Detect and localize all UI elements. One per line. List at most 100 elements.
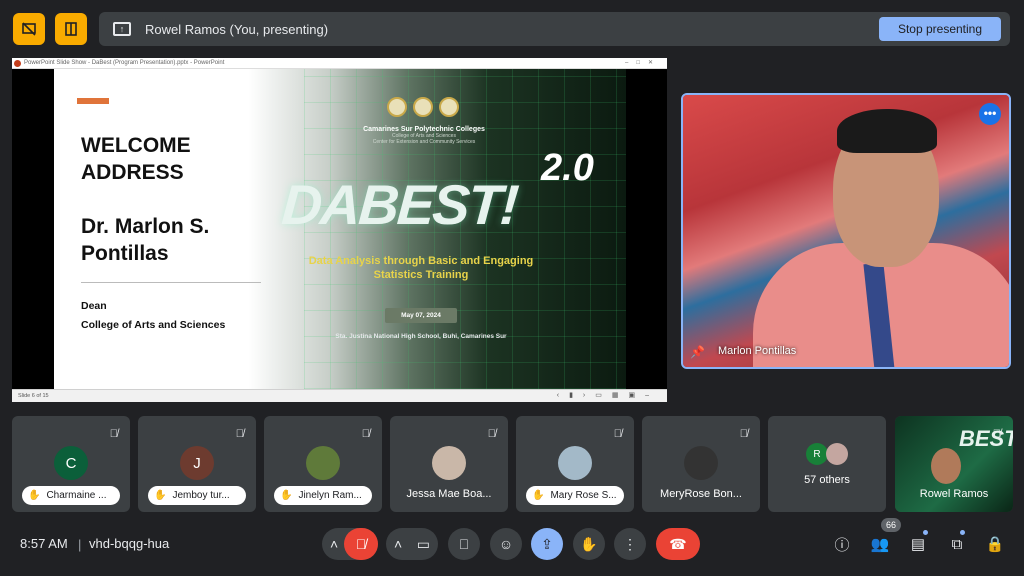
chat-notification-dot	[923, 530, 928, 535]
participant-name-chip: ✋ Jinelyn Ram...	[274, 486, 372, 505]
hand-raised-icon: ✋	[532, 490, 545, 501]
participant-tile[interactable]: 🎙̸ J ✋ Jemboy tur...	[138, 416, 256, 512]
chat-icon: ▤	[910, 536, 926, 553]
camera-button[interactable]: ˄ ▭	[386, 528, 438, 560]
participant-tile[interactable]: 🎙̸ ✋ Mary Rose S...	[516, 416, 634, 512]
speaker-video-tile[interactable]: ••• 📌 Marlon Pontillas	[681, 93, 1011, 369]
participant-name: MeryRose Bon...	[660, 488, 742, 500]
leave-call-button[interactable]: ☎	[656, 528, 700, 560]
speaker-hair	[837, 109, 937, 153]
participant-name: Mary Rose S...	[550, 490, 617, 501]
avatar-photo	[558, 446, 592, 480]
participant-name: Jemboy tur...	[172, 490, 230, 501]
participant-name-chip: ✋ Jemboy tur...	[148, 486, 246, 505]
participant-name: Charmaine ...	[46, 490, 107, 501]
ppt-status-bar: Slide 6 of 15 ‹▮›▭▦▣–	[12, 389, 667, 402]
mic-off-icon: 🎙̸	[235, 428, 244, 440]
hand-icon: ✋	[580, 535, 598, 552]
institution-seals	[387, 97, 459, 117]
activities-notification-dot	[960, 530, 965, 535]
more-vert-icon: ⋮	[623, 535, 637, 552]
reactions-button[interactable]: ☺	[490, 528, 522, 560]
people-count-badge: 66	[881, 518, 901, 532]
slide-divider	[81, 282, 261, 283]
event-date: May 07, 2024	[385, 308, 457, 323]
lock-icon: 🔒	[985, 536, 1005, 553]
event-version: 2.0	[541, 147, 594, 189]
captions-button[interactable]: ⎕	[448, 528, 480, 560]
event-venue: Sta. Justina National High School, Buhi,…	[335, 333, 507, 340]
meeting-code: vhd-bqqg-hua	[89, 536, 170, 551]
mic-off-icon: 🎙̸	[613, 428, 622, 440]
people-button[interactable]: 👥	[869, 533, 891, 555]
speaker-tile-name: Marlon Pontillas	[718, 345, 797, 357]
others-tile[interactable]: R 57 others	[768, 416, 886, 512]
slide-department: College of Arts and Sciences	[81, 319, 226, 331]
shared-screen: PowerPoint Slide Show - DaBest (Program …	[12, 58, 667, 402]
ppt-window-title: PowerPoint Slide Show - DaBest (Program …	[24, 60, 225, 66]
participant-name-chip: ✋ Charmaine ...	[22, 486, 120, 505]
slide-counter: Slide 6 of 15	[18, 393, 49, 399]
chat-button[interactable]: ▤	[907, 533, 929, 555]
participant-tile[interactable]: 🎙̸ MeryRose Bon...	[642, 416, 760, 512]
mic-off-icon: 🎙̸	[109, 428, 118, 440]
seal-logo	[439, 97, 459, 117]
self-video-face	[931, 448, 961, 484]
activities-button[interactable]: ⧉	[946, 533, 968, 555]
chevron-up-icon: ˄	[330, 536, 339, 552]
more-options-button[interactable]: •••	[979, 103, 1001, 125]
info-icon: ⓘ	[834, 536, 850, 554]
institution-block: Camarines Sur Polytechnic Colleges Colle…	[324, 126, 524, 145]
event-tagline: Data Analysis through Basic and Engaging…	[308, 255, 534, 281]
avatar: R	[806, 443, 828, 465]
fullscreen-off-icon[interactable]	[13, 13, 45, 45]
institution-name: Camarines Sur Polytechnic Colleges	[363, 126, 485, 133]
info-button[interactable]: ⓘ	[831, 533, 853, 555]
avatar: J	[180, 446, 214, 480]
seal-logo	[387, 97, 407, 117]
participant-name: Jessa Mae Boa...	[406, 488, 492, 500]
self-tile-name: Rowel Ramos	[919, 488, 989, 500]
slideshow-controls[interactable]: ‹▮›▭▦▣–	[557, 390, 659, 402]
avatar-photo	[306, 446, 340, 480]
mic-off-icon: 🎙̸	[355, 536, 367, 552]
participant-name-chip: ✋ Mary Rose S...	[526, 486, 624, 505]
mic-off-icon: 🎙̸	[739, 428, 748, 440]
slide: WELCOME ADDRESS Dr. Marlon S. Pontillas …	[54, 69, 626, 389]
more-options-menu-button[interactable]: ⋮	[614, 528, 646, 560]
window-buttons: –□✕	[625, 60, 661, 66]
participant-name: Jinelyn Ram...	[298, 490, 362, 501]
layout-icon[interactable]	[55, 13, 87, 45]
stop-presenting-button[interactable]: Stop presenting	[879, 17, 1001, 41]
self-video-tile[interactable]: BEST 🎙̸ Rowel Ramos	[895, 416, 1013, 512]
meet-screen: ↑ Rowel Ramos (You, presenting) Stop pre…	[0, 0, 1024, 576]
hand-raised-icon: ✋	[154, 490, 167, 501]
center-name: Center for Extension and Community Servi…	[372, 139, 476, 145]
slide-heading: WELCOME ADDRESS	[81, 134, 191, 184]
participant-tile[interactable]: 🎙̸ Jessa Mae Boa...	[390, 416, 508, 512]
captions-icon: ⎕	[459, 535, 469, 552]
slide-speaker-name: Dr. Marlon S. Pontillas	[81, 215, 210, 265]
people-icon: 👥	[870, 536, 890, 553]
avatar-photo	[432, 446, 466, 480]
mic-toggle-button[interactable]: 🎙̸	[344, 528, 378, 560]
presenting-banner: ↑ Rowel Ramos (You, presenting) Stop pre…	[99, 12, 1010, 46]
avatar-photo	[684, 446, 718, 480]
slide-stage: WELCOME ADDRESS Dr. Marlon S. Pontillas …	[12, 69, 667, 389]
avatar-photo	[826, 443, 848, 465]
clock: 8:57 AM	[20, 536, 68, 551]
slide-role: Dean	[81, 300, 107, 312]
others-count: 57 others	[804, 474, 850, 486]
participant-tile[interactable]: 🎙̸ ✋ Jinelyn Ram...	[264, 416, 382, 512]
camera-icon: ▭	[416, 535, 430, 552]
hand-raised-icon: ✋	[280, 490, 293, 501]
present-button[interactable]: ⇪	[531, 528, 563, 560]
avatar: C	[54, 446, 88, 480]
host-controls-button[interactable]: 🔒	[984, 533, 1006, 555]
mic-off-icon: 🎙̸	[992, 428, 1001, 440]
present-screen-icon: ↑	[113, 22, 131, 36]
hang-up-icon: ☎	[669, 535, 687, 552]
participant-tile[interactable]: 🎙̸ C ✋ Charmaine ...	[12, 416, 130, 512]
pin-icon[interactable]: 📌	[690, 345, 705, 359]
raise-hand-button[interactable]: ✋	[573, 528, 605, 560]
